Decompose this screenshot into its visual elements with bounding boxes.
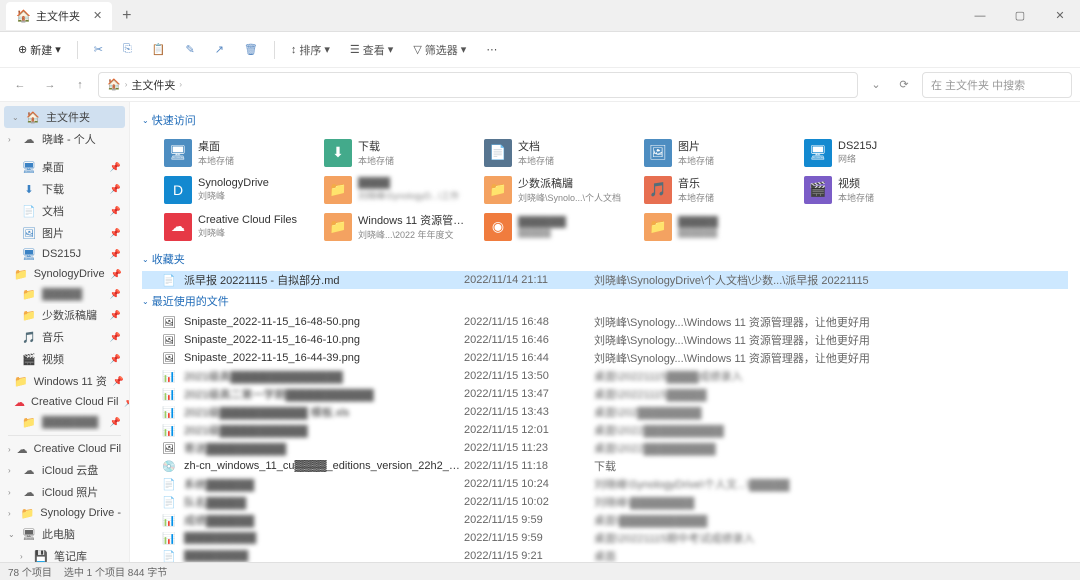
sidebar-item[interactable]: 📁▓▓▓▓▓📌 (0, 284, 129, 304)
sidebar: ⌄🏠主文件夹›☁晓峰 - 个人🖥桌面📌⬇下载📌📄文档📌🖼图片📌🖥DS215J📌📁… (0, 102, 130, 562)
quick-access-item[interactable]: ☁Creative Cloud Files刘晓峰 (162, 210, 312, 243)
tab-close-icon[interactable]: ✕ (93, 9, 102, 22)
file-row[interactable]: 📊2021级高▓▓▓▓▓▓▓▓▓▓▓▓▓▓2022/11/15 13:50桌面\… (142, 367, 1068, 385)
share-button[interactable]: ↗ (207, 39, 232, 60)
sidebar-item[interactable]: 📁SynologyDrive📌 (0, 264, 129, 284)
tab-title: 主文件夹 (36, 8, 80, 24)
sidebar-item[interactable]: ⌄🖥此电脑 (0, 523, 129, 545)
more-button[interactable]: ⋯ (478, 39, 505, 60)
sort-button[interactable]: ↕ 排序 ▾ (283, 38, 338, 62)
quick-access-item[interactable]: ◉▓▓▓▓▓▓▓▓▓▓▓ (482, 210, 632, 243)
sidebar-item[interactable]: ›💾笔记库 (0, 545, 129, 562)
file-row[interactable]: 📊▓▓▓▓▓▓▓▓▓2022/11/15 9:59桌面\20221115期中考试… (142, 529, 1068, 547)
section-recent[interactable]: ⌄ 最近使用的文件 (142, 289, 1068, 313)
quick-access-item[interactable]: 🎵音乐本地存储 (642, 173, 792, 206)
crumb-root[interactable]: 主文件夹 (131, 77, 175, 93)
file-row[interactable]: 📊2021级▓▓▓▓▓▓▓▓▓▓▓2022/11/15 12:01桌面\2022… (142, 421, 1068, 439)
sidebar-item[interactable]: 🖥桌面📌 (0, 156, 129, 178)
section-quick-access[interactable]: ⌄ 快速访问 (142, 108, 1068, 132)
sidebar-item[interactable]: ›☁Creative Cloud Fil (0, 439, 129, 459)
quick-access-item[interactable]: DSynologyDrive刘晓峰 (162, 173, 312, 206)
file-row[interactable]: 🖼Snipaste_2022-11-15_16-46-10.png2022/11… (142, 331, 1068, 349)
file-row[interactable]: 📊2021级高二第一学期▓▓▓▓▓▓▓▓▓▓▓2022/11/15 13:47桌… (142, 385, 1068, 403)
sidebar-item[interactable]: 📁Windows 11 资📌 (0, 370, 129, 392)
sidebar-item[interactable]: ⬇下载📌 (0, 178, 129, 200)
search-input[interactable]: 在 主文件夹 中搜索 (922, 72, 1072, 98)
status-selected: 选中 1 个项目 844 字节 (64, 564, 167, 579)
filter-button[interactable]: ▽ 筛选器 ▾ (405, 38, 474, 62)
sidebar-item[interactable]: 🖥DS215J📌 (0, 244, 129, 264)
quick-access-item[interactable]: ⬇下载本地存储 (322, 136, 472, 169)
quick-access-item[interactable]: 📁▓▓▓▓▓▓▓▓▓▓▓ (642, 210, 792, 243)
content-area: ⌄ 快速访问 🖥桌面本地存储 ⬇下载本地存储 📄文档本地存储 🖼图片本地存储 🖥DS21… (130, 102, 1080, 562)
window-controls: — ▢ ✕ (960, 0, 1080, 32)
sidebar-item[interactable]: 🎬视频📌 (0, 348, 129, 370)
sidebar-item[interactable]: ⌄🏠主文件夹 (4, 106, 125, 128)
quick-access-item[interactable]: 🖼图片本地存储 (642, 136, 792, 169)
maximize-button[interactable]: ▢ (1000, 0, 1040, 32)
new-tab-button[interactable]: + (112, 7, 141, 25)
delete-button[interactable]: 🗑 (236, 39, 266, 60)
sidebar-item[interactable]: 📄文档📌 (0, 200, 129, 222)
chevron-down-icon: ⌄ (142, 255, 149, 264)
sidebar-item[interactable]: ›📁Synology Drive - (0, 503, 129, 523)
home-icon: 🏠 (107, 78, 121, 91)
file-row[interactable]: 📊2021级▓▓▓▓▓▓▓▓▓▓▓ 模板.xls2022/11/15 13:43… (142, 403, 1068, 421)
titlebar: 🏠 主文件夹 ✕ + — ▢ ✕ (0, 0, 1080, 32)
file-row[interactable]: 💿zh-cn_windows_11_cu▓▓▓▓_editions_versio… (142, 457, 1068, 475)
quick-access-item[interactable]: 📁▓▓▓▓刘晓峰\SynologyD...\工作 (322, 173, 472, 206)
file-row[interactable]: 📄系统▓▓▓▓▓▓2022/11/15 10:24刘晓峰\SynologyDri… (142, 475, 1068, 493)
forward-button[interactable]: → (38, 73, 62, 97)
sidebar-item[interactable]: 🎵音乐📌 (0, 326, 129, 348)
chevron-right-icon: › (125, 80, 128, 89)
address-bar: ← → ↑ 🏠 › 主文件夹 › ⌄ ⟳ 在 主文件夹 中搜索 (0, 68, 1080, 102)
status-count: 78 个项目 (8, 564, 52, 579)
section-favorites[interactable]: ⌄ 收藏夹 (142, 247, 1068, 271)
paste-button[interactable]: 📋 (144, 39, 174, 60)
view-button[interactable]: ☰ 查看 ▾ (342, 38, 401, 62)
minimize-button[interactable]: — (960, 0, 1000, 32)
file-row[interactable]: 🖼Snipaste_2022-11-15_16-44-39.png2022/11… (142, 349, 1068, 367)
chevron-down-icon: ⌄ (142, 116, 149, 125)
sidebar-item[interactable]: ›☁iCloud 云盘 (0, 459, 129, 481)
breadcrumb[interactable]: 🏠 › 主文件夹 › (98, 72, 858, 98)
sidebar-item[interactable]: ☁Creative Cloud Fil📌 (0, 392, 129, 412)
cut-button[interactable]: ✂ (86, 39, 111, 60)
close-button[interactable]: ✕ (1040, 0, 1080, 32)
back-button[interactable]: ← (8, 73, 32, 97)
file-row[interactable]: 🖼Snipaste_2022-11-15_16-48-50.png2022/11… (142, 313, 1068, 331)
quick-access-item[interactable]: 🖥DS215J网络 (802, 136, 952, 169)
file-row[interactable]: 📄▓▓▓▓▓▓▓▓2022/11/15 9:21桌面 (142, 547, 1068, 562)
sidebar-item[interactable]: ›☁iCloud 照片 (0, 481, 129, 503)
quick-access-item[interactable]: 🎬视频本地存储 (802, 173, 952, 206)
toolbar: ⊕ 新建 ▾ ✂ ⎘ 📋 ✎ ↗ 🗑 ↕ 排序 ▾ ☰ 查看 ▾ ▽ 筛选器 ▾… (0, 32, 1080, 68)
quick-access-item[interactable]: 📁Windows 11 资源管理器...刘晓峰...\2022 年年度文 (322, 210, 472, 243)
file-row[interactable]: 🖼寄送▓▓▓▓▓▓▓▓▓▓2022/11/15 11:23桌面\2022▓▓▓▓… (142, 439, 1068, 457)
chevron-down-icon: ⌄ (142, 297, 149, 306)
sidebar-item[interactable]: 📁少数派稿牖📌 (0, 304, 129, 326)
file-row[interactable]: 📊成绩▓▓▓▓▓▓2022/11/15 9:59桌面\▓▓▓▓▓▓▓▓▓▓▓ (142, 511, 1068, 529)
quick-access-item[interactable]: 📁少数派稿牖刘晓峰\Synolo...\个人文档 (482, 173, 632, 206)
sidebar-item[interactable]: 📁▓▓▓▓▓▓▓📌 (0, 412, 129, 432)
file-row[interactable]: 📄队名▓▓▓▓▓2022/11/15 10:02刘晓峰\▓▓▓▓▓▓▓▓ (142, 493, 1068, 511)
quick-access-item[interactable]: 🖥桌面本地存储 (162, 136, 312, 169)
copy-button[interactable]: ⎘ (115, 39, 140, 60)
status-bar: 78 个项目 选中 1 个项目 844 字节 (0, 562, 1080, 580)
sidebar-item[interactable]: ›☁晓峰 - 个人 (0, 128, 129, 150)
dropdown-button[interactable]: ⌄ (864, 73, 888, 97)
home-icon: 🏠 (16, 9, 31, 23)
rename-button[interactable]: ✎ (177, 39, 202, 60)
new-button[interactable]: ⊕ 新建 ▾ (10, 38, 69, 62)
sidebar-item[interactable]: 🖼图片📌 (0, 222, 129, 244)
chevron-right-icon: › (179, 80, 182, 89)
tab-active[interactable]: 🏠 主文件夹 ✕ (6, 2, 112, 30)
up-button[interactable]: ↑ (68, 73, 92, 97)
file-row[interactable]: 📄派早报 20221115 - 自拟部分.md2022/11/14 21:11刘… (142, 271, 1068, 289)
quick-access-item[interactable]: 📄文档本地存储 (482, 136, 632, 169)
refresh-button[interactable]: ⟳ (892, 73, 916, 97)
